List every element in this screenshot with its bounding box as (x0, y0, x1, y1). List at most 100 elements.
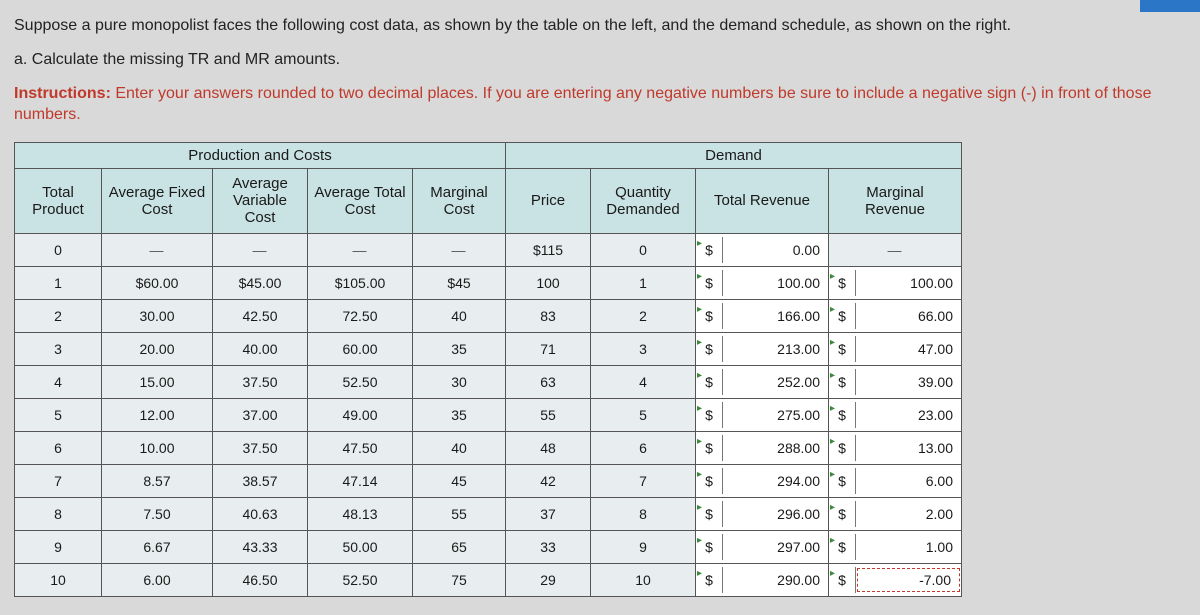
cell-afc: — (102, 233, 213, 266)
table-row: 230.0042.5072.5040832▸$166.00▸$66.00 (15, 299, 962, 332)
marginal-revenue-input[interactable]: ▸$47.00 (829, 332, 962, 365)
dropdown-icon: ▸ (830, 436, 835, 447)
marginal-revenue-input[interactable]: ▸$1.00 (829, 530, 962, 563)
cell-qd: 9 (591, 530, 696, 563)
cell-avc: 38.57 (213, 464, 308, 497)
dropdown-icon: ▸ (830, 568, 835, 579)
total-revenue-input[interactable]: ▸$288.00 (696, 431, 829, 464)
cell-avc: 40.00 (213, 332, 308, 365)
cell-avc: 40.63 (213, 497, 308, 530)
cell-tp: 5 (15, 398, 102, 431)
cell-mc: 35 (413, 332, 506, 365)
dropdown-icon: ▸ (697, 271, 702, 282)
cell-price: 33 (506, 530, 591, 563)
header-afc: Average Fixed Cost (102, 168, 213, 233)
dropdown-icon: ▸ (830, 469, 835, 480)
cost-demand-table: Production and Costs Demand Total Produc… (14, 142, 962, 597)
cell-atc: 47.14 (308, 464, 413, 497)
marginal-revenue-input[interactable]: ▸$100.00 (829, 266, 962, 299)
dropdown-icon: ▸ (697, 337, 702, 348)
dropdown-icon: ▸ (697, 568, 702, 579)
cell-tp: 2 (15, 299, 102, 332)
cell-qd: 8 (591, 497, 696, 530)
dropdown-icon: ▸ (697, 304, 702, 315)
cell-price: 83 (506, 299, 591, 332)
cell-afc: 12.00 (102, 398, 213, 431)
table-row: 96.6743.3350.0065339▸$297.00▸$1.00 (15, 530, 962, 563)
section-production-costs: Production and Costs (15, 142, 506, 168)
cell-atc: 72.50 (308, 299, 413, 332)
total-revenue-input[interactable]: ▸$166.00 (696, 299, 829, 332)
cell-avc: 37.50 (213, 365, 308, 398)
cell-mc: — (413, 233, 506, 266)
dropdown-icon: ▸ (830, 370, 835, 381)
cell-price: 37 (506, 497, 591, 530)
cell-mc: 40 (413, 431, 506, 464)
total-revenue-input[interactable]: ▸$290.00 (696, 563, 829, 596)
instructions-label: Instructions: (14, 85, 111, 102)
cell-mc: 30 (413, 365, 506, 398)
cell-qd: 4 (591, 365, 696, 398)
cell-afc: 8.57 (102, 464, 213, 497)
total-revenue-input[interactable]: ▸$213.00 (696, 332, 829, 365)
dropdown-icon: ▸ (830, 502, 835, 513)
header-mc: Marginal Cost (413, 168, 506, 233)
cell-qd: 1 (591, 266, 696, 299)
cell-price: $115 (506, 233, 591, 266)
cell-atc: 48.13 (308, 497, 413, 530)
cell-afc: $60.00 (102, 266, 213, 299)
cell-qd: 6 (591, 431, 696, 464)
total-revenue-input[interactable]: ▸$297.00 (696, 530, 829, 563)
cell-avc: $45.00 (213, 266, 308, 299)
cell-mc: 45 (413, 464, 506, 497)
total-revenue-input[interactable]: ▸$100.00 (696, 266, 829, 299)
cell-atc: — (308, 233, 413, 266)
total-revenue-input[interactable]: ▸$0.00 (696, 233, 829, 266)
table-row: 1$60.00$45.00$105.00$451001▸$100.00▸$100… (15, 266, 962, 299)
cell-atc: 52.50 (308, 365, 413, 398)
marginal-revenue-input[interactable]: ▸$66.00 (829, 299, 962, 332)
table-row: 415.0037.5052.5030634▸$252.00▸$39.00 (15, 365, 962, 398)
cell-atc: $105.00 (308, 266, 413, 299)
cell-tp: 10 (15, 563, 102, 596)
cell-atc: 49.00 (308, 398, 413, 431)
cell-avc: 43.33 (213, 530, 308, 563)
cell-afc: 20.00 (102, 332, 213, 365)
cell-price: 55 (506, 398, 591, 431)
dropdown-icon: ▸ (830, 271, 835, 282)
header-mr: Marginal Revenue (829, 168, 962, 233)
marginal-revenue-input[interactable]: ▸$6.00 (829, 464, 962, 497)
total-revenue-input[interactable]: ▸$252.00 (696, 365, 829, 398)
table-row: 0————$1150▸$0.00— (15, 233, 962, 266)
marginal-revenue-input[interactable]: ▸$39.00 (829, 365, 962, 398)
marginal-revenue-input[interactable]: ▸$-7.00 (829, 563, 962, 596)
total-revenue-input[interactable]: ▸$275.00 (696, 398, 829, 431)
cell-avc: 42.50 (213, 299, 308, 332)
table-row: 320.0040.0060.0035713▸$213.00▸$47.00 (15, 332, 962, 365)
marginal-revenue-input[interactable]: ▸$2.00 (829, 497, 962, 530)
header-price: Price (506, 168, 591, 233)
cell-mc: 65 (413, 530, 506, 563)
cell-afc: 6.67 (102, 530, 213, 563)
header-tr: Total Revenue (696, 168, 829, 233)
dropdown-icon: ▸ (697, 370, 702, 381)
total-revenue-input[interactable]: ▸$296.00 (696, 497, 829, 530)
cell-atc: 60.00 (308, 332, 413, 365)
marginal-revenue-input[interactable]: ▸$23.00 (829, 398, 962, 431)
total-revenue-input[interactable]: ▸$294.00 (696, 464, 829, 497)
cell-mc: 55 (413, 497, 506, 530)
cell-atc: 50.00 (308, 530, 413, 563)
cell-qd: 0 (591, 233, 696, 266)
cell-qd: 5 (591, 398, 696, 431)
header-qd: Quantity Demanded (591, 168, 696, 233)
dropdown-icon: ▸ (697, 436, 702, 447)
marginal-revenue-input[interactable]: ▸$13.00 (829, 431, 962, 464)
dropdown-icon: ▸ (830, 337, 835, 348)
header-atc: Average Total Cost (308, 168, 413, 233)
dropdown-icon: ▸ (697, 535, 702, 546)
cell-price: 71 (506, 332, 591, 365)
cell-mc: 40 (413, 299, 506, 332)
cell-atc: 47.50 (308, 431, 413, 464)
cell-afc: 30.00 (102, 299, 213, 332)
header-total-product: Total Product (15, 168, 102, 233)
